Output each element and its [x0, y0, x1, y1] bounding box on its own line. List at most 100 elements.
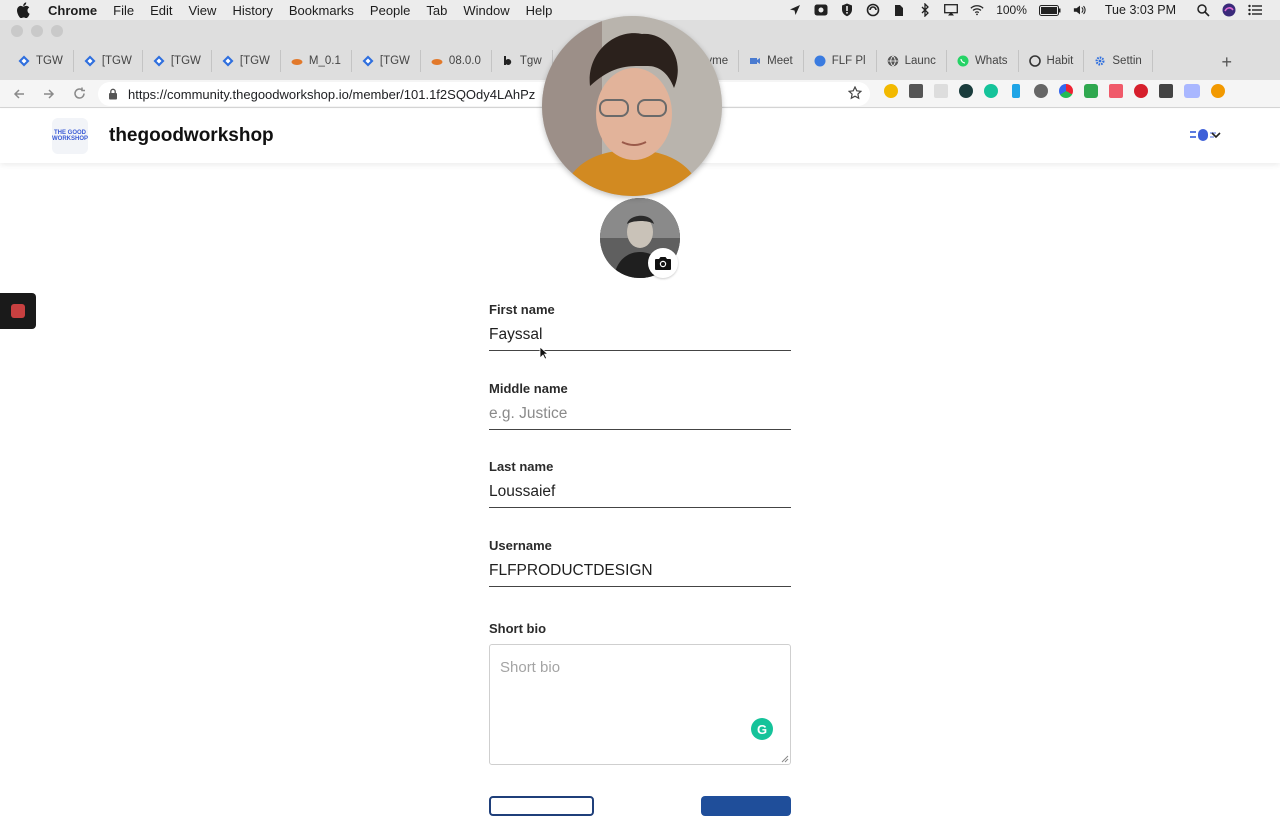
middle-name-input[interactable]: [489, 403, 791, 430]
check-shield-extension-icon[interactable]: [1084, 84, 1098, 98]
tab-label: Tgw: [519, 55, 542, 67]
last-name-input[interactable]: [489, 481, 791, 508]
download-arrow-extension-icon[interactable]: [1012, 84, 1020, 98]
location-icon[interactable]: [788, 3, 802, 17]
grammarly-extension-icon[interactable]: [984, 84, 998, 98]
airplay-icon[interactable]: [944, 3, 959, 17]
minimize-window-button[interactable]: [31, 25, 43, 37]
apple-icon[interactable]: [16, 2, 34, 18]
site-logo[interactable]: THE GOOD WORKSHOP: [52, 118, 88, 154]
first-name-input[interactable]: [489, 324, 791, 351]
back-button[interactable]: [12, 87, 26, 101]
site-brand-name[interactable]: thegoodworkshop: [109, 125, 274, 147]
url-text[interactable]: https://community.thegoodworkshop.io/mem…: [128, 87, 535, 102]
shield-icon[interactable]: [840, 3, 854, 17]
username-input[interactable]: [489, 560, 791, 587]
color-picker-extension-icon[interactable]: [1059, 84, 1073, 98]
refresh-red-extension-icon[interactable]: [1134, 84, 1148, 98]
play-extension-icon[interactable]: [1109, 84, 1123, 98]
browser-tab[interactable]: TGW: [8, 50, 74, 72]
lock-icon[interactable]: [108, 88, 120, 100]
swoosh-icon: [431, 55, 443, 67]
stop-record-icon: [11, 304, 25, 318]
figma-extension-icon[interactable]: [909, 84, 923, 98]
coin-extension-icon[interactable]: [884, 84, 898, 98]
browser-tab[interactable]: Meet: [739, 50, 804, 72]
wifi-icon[interactable]: [970, 3, 984, 17]
bookmark-star-icon[interactable]: [847, 85, 863, 103]
screen-record-widget[interactable]: [0, 293, 36, 329]
camera-record-icon[interactable]: [814, 3, 828, 17]
menu-help[interactable]: Help: [526, 3, 553, 18]
volume-icon[interactable]: [1073, 3, 1087, 17]
tab-label: [TGW: [379, 55, 410, 67]
diamond-icon: [362, 55, 374, 67]
menu-bookmarks[interactable]: Bookmarks: [289, 3, 354, 18]
middle-name-field: Middle name: [489, 381, 791, 430]
meet-icon: [749, 55, 761, 67]
middle-name-label: Middle name: [489, 381, 568, 396]
save-button[interactable]: [701, 796, 791, 816]
username-field: Username: [489, 538, 791, 587]
username-label: Username: [489, 538, 552, 553]
browser-tab[interactable]: [TGW: [352, 50, 421, 72]
update-alert-icon[interactable]: [1211, 84, 1225, 98]
first-name-label: First name: [489, 302, 555, 317]
browser-tab[interactable]: FLF Pl: [804, 50, 877, 72]
reload-button[interactable]: [72, 87, 86, 101]
grid-extension-icon[interactable]: [934, 84, 948, 98]
clock[interactable]: Tue 3:03 PM: [1105, 3, 1176, 17]
resize-handle-icon[interactable]: [781, 755, 789, 763]
window-controls: [11, 25, 63, 37]
puzzle-extensions-icon[interactable]: [1159, 84, 1173, 98]
spotlight-search-icon[interactable]: [1196, 3, 1210, 17]
circle-icon: [814, 55, 826, 67]
evernote-icon[interactable]: [892, 3, 906, 17]
menu-view[interactable]: View: [188, 3, 216, 18]
notification-center-icon[interactable]: [1248, 3, 1262, 17]
battery-icon[interactable]: [1038, 3, 1061, 17]
first-name-field: First name: [489, 302, 791, 351]
profile-extension-icon[interactable]: [1184, 84, 1200, 98]
browser-tab[interactable]: [TGW: [212, 50, 281, 72]
forward-button[interactable]: [42, 87, 56, 101]
browser-tab[interactable]: [TGW: [74, 50, 143, 72]
close-window-button[interactable]: [11, 25, 23, 37]
tab-label: [TGW: [101, 55, 132, 67]
diamond-icon: [153, 55, 165, 67]
grammarly-icon[interactable]: G: [751, 718, 773, 740]
sync-icon[interactable]: [866, 3, 880, 17]
menu-window[interactable]: Window: [463, 3, 509, 18]
browser-tab[interactable]: Launc: [877, 50, 947, 72]
bluetooth-icon[interactable]: [918, 3, 932, 17]
tab-label: M_0.1: [308, 55, 341, 67]
change-photo-button[interactable]: [648, 248, 678, 278]
tab-label: Meet: [767, 55, 793, 67]
new-tab-button[interactable]: +: [1221, 52, 1232, 73]
browser-tab[interactable]: Settin: [1084, 50, 1153, 72]
menu-app-chrome[interactable]: Chrome: [48, 3, 97, 18]
short-bio-textarea[interactable]: [489, 644, 791, 765]
menu-people[interactable]: People: [370, 3, 410, 18]
chevron-down-icon[interactable]: [1210, 129, 1222, 141]
browser-tab[interactable]: Whats: [947, 50, 1019, 72]
menu-history[interactable]: History: [232, 3, 272, 18]
browser-tab[interactable]: [TGW: [143, 50, 212, 72]
menu-edit[interactable]: Edit: [150, 3, 172, 18]
browser-tab[interactable]: 08.0.0: [421, 50, 492, 72]
cancel-button[interactable]: [489, 796, 594, 816]
short-bio-field: Short bio: [489, 621, 791, 636]
browser-tab[interactable]: Habit: [1019, 50, 1085, 72]
webcam-overlay[interactable]: [542, 16, 722, 196]
address-bar[interactable]: https://community.thegoodworkshop.io/mem…: [98, 82, 870, 106]
chatgpt-extension-icon[interactable]: [959, 84, 973, 98]
browser-tab[interactable]: Tgw: [492, 50, 553, 72]
menu-file[interactable]: File: [113, 3, 134, 18]
browser-tab[interactable]: M_0.1: [281, 50, 352, 72]
zoom-window-button[interactable]: [51, 25, 63, 37]
b-icon: [502, 55, 514, 67]
menu-tab[interactable]: Tab: [426, 3, 447, 18]
siri-icon[interactable]: [1222, 3, 1236, 17]
diamond-icon: [222, 55, 234, 67]
download-circle-extension-icon[interactable]: [1034, 84, 1048, 98]
